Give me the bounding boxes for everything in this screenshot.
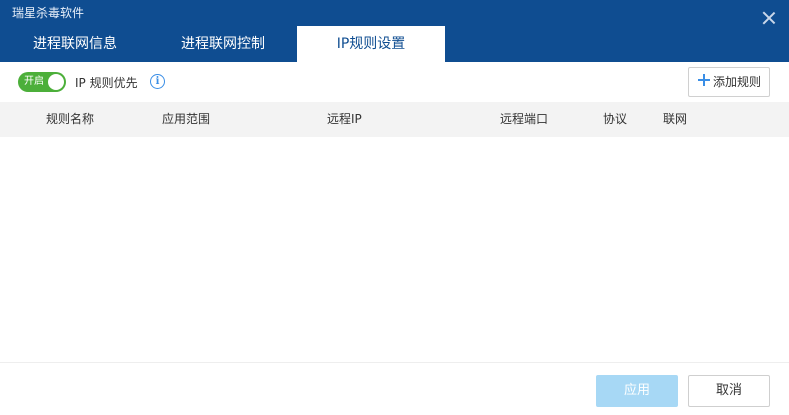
add-rule-button[interactable]: 添加规则: [688, 67, 770, 97]
toggle-label: 开启: [24, 76, 44, 87]
info-icon[interactable]: i: [150, 74, 165, 89]
title-bar: 瑞星杀毒软件 进程联网信息 进程联网控制 IP规则设置: [0, 0, 789, 62]
column-header-remote-port[interactable]: 远程端口: [500, 102, 548, 137]
column-header-scope[interactable]: 应用范围: [162, 102, 210, 137]
rules-table-body: [0, 137, 789, 361]
column-header-network[interactable]: 联网: [663, 102, 687, 137]
cancel-button[interactable]: 取消: [688, 375, 770, 407]
app-window: 瑞星杀毒软件 进程联网信息 进程联网控制 IP规则设置 开启 IP 规则优先 i…: [0, 0, 789, 415]
tab-ip-rule-settings[interactable]: IP规则设置: [297, 26, 445, 62]
tab-process-network-control[interactable]: 进程联网控制: [148, 26, 298, 62]
column-header-protocol[interactable]: 协议: [603, 102, 627, 137]
add-rule-label: 添加规则: [713, 75, 762, 89]
footer-divider: [0, 362, 789, 363]
ip-rule-priority-toggle[interactable]: 开启: [18, 72, 66, 92]
column-header-rule-name[interactable]: 规则名称: [46, 102, 94, 137]
plus-icon: [698, 74, 710, 86]
tab-process-network-info[interactable]: 进程联网信息: [0, 26, 150, 62]
close-icon[interactable]: [762, 11, 776, 25]
ip-rule-priority-label: IP 规则优先: [75, 76, 138, 90]
column-header-remote-ip[interactable]: 远程IP: [327, 102, 362, 137]
apply-button[interactable]: 应用: [596, 375, 678, 407]
toggle-knob: [48, 74, 64, 90]
rules-table-header: 规则名称 应用范围 远程IP 远程端口 协议 联网: [0, 102, 789, 137]
window-title: 瑞星杀毒软件: [12, 6, 85, 20]
